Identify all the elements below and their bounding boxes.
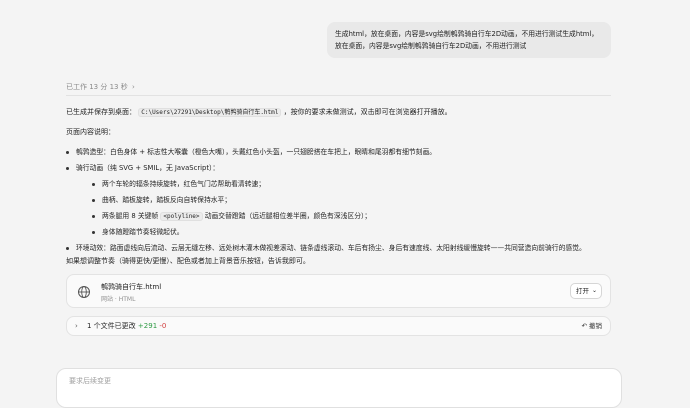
additions-count: +291: [137, 322, 158, 330]
composer-input[interactable]: 要求后续变更: [56, 368, 622, 408]
list-item: 两个车轮的辐条持续旋转，红色气门芯帮助看清转速；: [92, 178, 265, 188]
bullet-icon: [92, 182, 95, 186]
list-item: 骑行动画（纯 SVG + SMIL，无 JavaScript）：: [66, 162, 219, 172]
list-item: 鹌鹑造型：白色身体 + 标志性大喉囊（橙色大嘴），头戴红色小头盔，一只翅膀搭在车…: [66, 146, 436, 156]
changes-label: 1 个文件已更改: [87, 322, 136, 330]
undo-button[interactable]: ↶ 撤销: [581, 317, 602, 335]
saved-suffix: ，按你的要求未做测试，双击即可在浏览器打开播放。: [283, 108, 452, 116]
bullet-icon: [92, 198, 95, 202]
bullet-icon: [92, 214, 95, 218]
globe-icon: [78, 286, 90, 298]
list-item: 曲柄、踏板旋转，踏板反向自转保持水平；: [92, 194, 231, 204]
chevron-right-icon: ›: [131, 83, 135, 91]
file-name: 鹌鹑骑自行车.html: [101, 283, 162, 291]
composer-placeholder: 要求后续变更: [69, 377, 111, 385]
undo-label: 撤销: [589, 322, 602, 330]
changes-summary: 1 个文件已更改 +291 -0: [87, 317, 166, 335]
worked-duration-label: 已工作 13 分 13 秒: [66, 83, 128, 91]
file-meta: 网站 · HTML: [101, 296, 136, 303]
divider: [66, 95, 611, 96]
list-item: 身体随蹬踏节奏轻微起伏。: [92, 226, 184, 236]
chevron-right-icon: ›: [75, 322, 78, 330]
bullet-icon: [66, 246, 69, 250]
file-card[interactable]: 鹌鹑骑自行车.html 网站 · HTML 打开 ⌄: [66, 274, 611, 308]
bullet-icon: [66, 166, 69, 170]
chevron-down-icon: ⌄: [591, 287, 597, 294]
worked-duration-toggle[interactable]: 已工作 13 分 13 秒 ›: [66, 82, 135, 92]
undo-icon: ↶: [581, 322, 587, 330]
bullet-icon: [92, 230, 95, 234]
list-item: 两条腿用 8 关键帧 <polyline> 动画交替蹬踏（远近腿相位差半圈，颜色…: [92, 210, 371, 221]
file-changes-bar[interactable]: › 1 个文件已更改 +291 -0 ↶ 撤销: [66, 316, 611, 336]
open-button[interactable]: 打开 ⌄: [570, 283, 602, 299]
followup-message: 如果想调整节奏（骑得更快/更慢）、配色或者加上背景音乐按钮，告诉我即可。: [66, 257, 310, 265]
list-item: 环境动效：路面虚线向后流动、云层无缝左移、远处树木灌木做视差滚动、链条虚线滚动、…: [66, 242, 586, 252]
deletions-count: -0: [159, 322, 167, 330]
description-title: 页面内容说明：: [66, 128, 115, 136]
open-button-label: 打开: [576, 287, 589, 295]
user-message-line-2: 放在桌面，内容是svg绘制鹌鹑骑自行车2D动画，不用进行测试: [335, 42, 527, 50]
polyline-code: <polyline>: [160, 212, 203, 221]
saved-message: 已生成并保存到桌面： C:\Users\27291\Desktop\鹌鹑骑自行车…: [66, 107, 452, 117]
user-message-line-1: 生成html，放在桌面，内容是svg绘制鹌鹑骑自行车2D动画，不用进行测试生成h…: [335, 30, 599, 38]
bullet-icon: [66, 150, 69, 154]
user-message-bubble: 生成html，放在桌面，内容是svg绘制鹌鹑骑自行车2D动画，不用进行测试生成h…: [327, 22, 611, 58]
file-path-code: C:\Users\27291\Desktop\鹌鹑骑自行车.html: [138, 108, 282, 117]
saved-prefix: 已生成并保存到桌面：: [66, 108, 136, 116]
